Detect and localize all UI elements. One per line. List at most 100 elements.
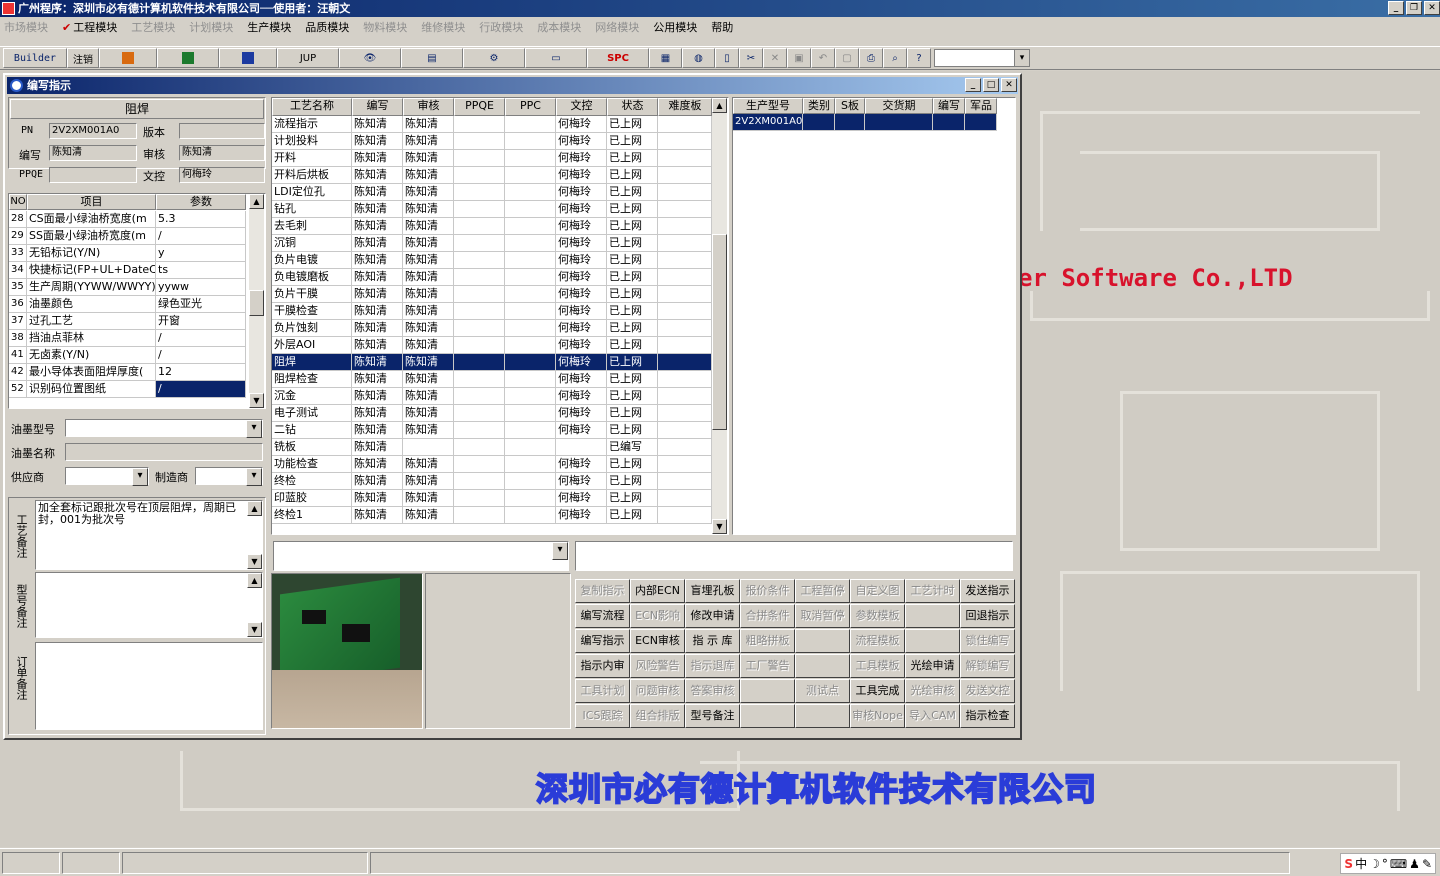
doc-control-field[interactable]: 何梅玲 (179, 167, 265, 183)
version-field[interactable] (179, 123, 265, 139)
scroll-thumb[interactable] (712, 234, 727, 430)
action-button[interactable]: 指示退库 (685, 654, 740, 678)
minimize-button[interactable]: _ (1388, 1, 1404, 15)
param-row[interactable]: 42 最小导体表面阻焊厚度(12 (9, 364, 249, 381)
user-icon[interactable]: ♟ (1409, 857, 1420, 871)
action-button[interactable]: 组合排版 (630, 704, 685, 728)
product-header[interactable]: 交货期 (865, 98, 933, 114)
chinese-mode-icon[interactable]: 中 (1355, 855, 1367, 872)
param-header-no[interactable]: NO (9, 194, 27, 210)
action-button[interactable]: 风险警告 (630, 654, 685, 678)
menu-item[interactable]: 物料模块 (363, 19, 407, 35)
note-scrollbar[interactable]: ▲ ▼ (247, 501, 262, 569)
action-button[interactable]: 编写指示 (575, 629, 630, 653)
minimize-button[interactable]: _ (965, 78, 981, 92)
process-row[interactable]: 流程指示 陈知清 陈知清 何梅玲 已上网 (272, 116, 712, 133)
menu-item[interactable]: 网络模块 (595, 19, 639, 35)
action-button[interactable]: 工具计划 (575, 679, 630, 703)
param-row[interactable]: 28 CS面最小绿油桥宽度(m 5.3 (9, 211, 249, 228)
action-button[interactable]: 工程暂停 (795, 579, 850, 603)
new-file-icon[interactable]: ▯ (715, 48, 739, 68)
process-row[interactable]: 去毛刺 陈知清 陈知清 何梅玲 已上网 (272, 218, 712, 235)
param-scrollbar[interactable]: ▲ ▼ (249, 194, 264, 408)
action-button[interactable]: 内部ECN (630, 579, 685, 603)
action-button[interactable]: ECN审核 (630, 629, 685, 653)
action-button[interactable]: 发送文控 (960, 679, 1015, 703)
logout-button[interactable]: 注销 (67, 48, 99, 68)
reviewer-field[interactable]: 陈知清 (179, 145, 265, 161)
action-button[interactable]: 回退指示 (960, 604, 1015, 628)
scroll-down-icon[interactable]: ▼ (712, 519, 727, 534)
param-row[interactable]: 35 生产周期(YYWW/WWYY) yyww (9, 279, 249, 296)
action-button[interactable]: 工具完成 (850, 679, 905, 703)
action-button[interactable]: 导入CAM (905, 704, 960, 728)
ppqe-field[interactable] (49, 167, 137, 183)
powerpoint-icon[interactable] (99, 48, 157, 68)
menu-item[interactable]: 行政模块 (479, 19, 523, 35)
action-button[interactable]: 发送指示 (960, 579, 1015, 603)
process-row[interactable]: 外层AOI 陈知清 陈知清 何梅玲 已上网 (272, 337, 712, 354)
menu-item[interactable]: 品质模块 (305, 19, 349, 35)
database-icon[interactable]: ▤ (401, 48, 463, 68)
action-button[interactable]: 锁住编写 (960, 629, 1015, 653)
product-header[interactable]: 生产型号 (733, 98, 803, 114)
product-row[interactable]: 2V2XM001A0 (733, 114, 997, 131)
help-icon[interactable]: ? (907, 48, 931, 68)
process-row[interactable]: 电子测试 陈知清 陈知清 何梅玲 已上网 (272, 405, 712, 422)
param-row[interactable]: 29 SS面最小绿油桥宽度(m / (9, 228, 249, 245)
action-button[interactable]: 指 示 库 (685, 629, 740, 653)
process-row[interactable]: 干膜检查 陈知清 陈知清 何梅玲 已上网 (272, 303, 712, 320)
process-row[interactable]: 功能检查 陈知清 陈知清 何梅玲 已上网 (272, 456, 712, 473)
process-header[interactable]: 文控 (556, 98, 607, 116)
process-header[interactable]: 状态 (607, 98, 658, 116)
process-note-textarea[interactable]: 加全套标记跟批次号在顶层阻焊，周期已封，001为批次号 (35, 500, 263, 570)
sogou-icon[interactable]: S (1344, 857, 1353, 871)
action-button[interactable] (740, 679, 795, 703)
word-icon[interactable] (219, 48, 277, 68)
action-button[interactable]: 工厂警告 (740, 654, 795, 678)
action-button[interactable]: 粗略拼板 (740, 629, 795, 653)
action-button[interactable]: 光绘申请 (905, 654, 960, 678)
process-scrollbar[interactable]: ▲ ▼ (712, 98, 727, 534)
parameter-grid[interactable]: NO 项目 参数 ▲ ▼ 28 CS面最小绿油桥宽度(m 5.3 29 SS面最小绿油桥… (8, 193, 266, 409)
ime-toolbar[interactable]: S 中 ☽ ° ⌨ ♟ ✎ (1340, 853, 1436, 874)
param-row[interactable]: 41 无卤素(Y/N) / (9, 347, 249, 364)
action-button[interactable]: 复制指示 (575, 579, 630, 603)
action-button[interactable]: 参数模板 (850, 604, 905, 628)
process-row[interactable]: 阻焊 陈知清 陈知清 何梅玲 已上网 (272, 354, 712, 371)
action-button[interactable]: 光绘审核 (905, 679, 960, 703)
action-button[interactable]: 流程模板 (850, 629, 905, 653)
action-button[interactable]: 型号备注 (685, 704, 740, 728)
menu-item[interactable]: 市场模块 (4, 19, 48, 35)
order-note-textarea[interactable] (35, 642, 263, 730)
ink-model-select[interactable] (65, 419, 263, 438)
menu-item[interactable]: 成本模块 (537, 19, 581, 35)
scroll-thumb[interactable] (249, 290, 264, 316)
process-row[interactable]: 终检1 陈知清 陈知清 何梅玲 已上网 (272, 507, 712, 524)
action-button[interactable] (905, 604, 960, 628)
process-row[interactable]: 负片电镀 陈知清 陈知清 何梅玲 已上网 (272, 252, 712, 269)
process-combo[interactable] (273, 541, 569, 571)
action-button[interactable]: 合拼条件 (740, 604, 795, 628)
menu-item[interactable]: 工艺模块 (131, 19, 175, 35)
process-header[interactable]: PPQE (454, 98, 505, 116)
action-button[interactable] (740, 704, 795, 728)
process-row[interactable]: 沉金 陈知清 陈知清 何梅玲 已上网 (272, 388, 712, 405)
close-button[interactable]: ✕ (1001, 78, 1017, 92)
process-row[interactable]: 负片干膜 陈知清 陈知清 何梅玲 已上网 (272, 286, 712, 303)
action-button[interactable]: 答案审核 (685, 679, 740, 703)
pn-field[interactable]: 2V2XM001A0 (49, 123, 137, 139)
param-header-value[interactable]: 参数 (156, 194, 246, 210)
process-grid[interactable]: ▲ ▼ 工艺名称 编写 审核 PPQE PPC 文控 状态 难度板 流程指示 陈知清 陈知清 何梅玲已… (271, 97, 729, 535)
moon-icon[interactable]: ☽ (1369, 857, 1380, 871)
process-row[interactable]: 开料 陈知清 陈知清 何梅玲 已上网 (272, 150, 712, 167)
product-header[interactable]: 军品 (965, 98, 997, 114)
product-header[interactable]: 类别 (803, 98, 835, 114)
process-row[interactable]: 负电镀磨板 陈知清 陈知清 何梅玲 已上网 (272, 269, 712, 286)
punctuation-icon[interactable]: ° (1382, 857, 1388, 871)
scroll-up-icon[interactable]: ▲ (249, 194, 264, 209)
scroll-up-icon[interactable]: ▲ (712, 98, 727, 113)
process-row[interactable]: 沉铜 陈知清 陈知清 何梅玲 已上网 (272, 235, 712, 252)
action-button[interactable]: 自定义图 (850, 579, 905, 603)
menu-item[interactable]: ✔ 工程模块 (62, 19, 117, 35)
